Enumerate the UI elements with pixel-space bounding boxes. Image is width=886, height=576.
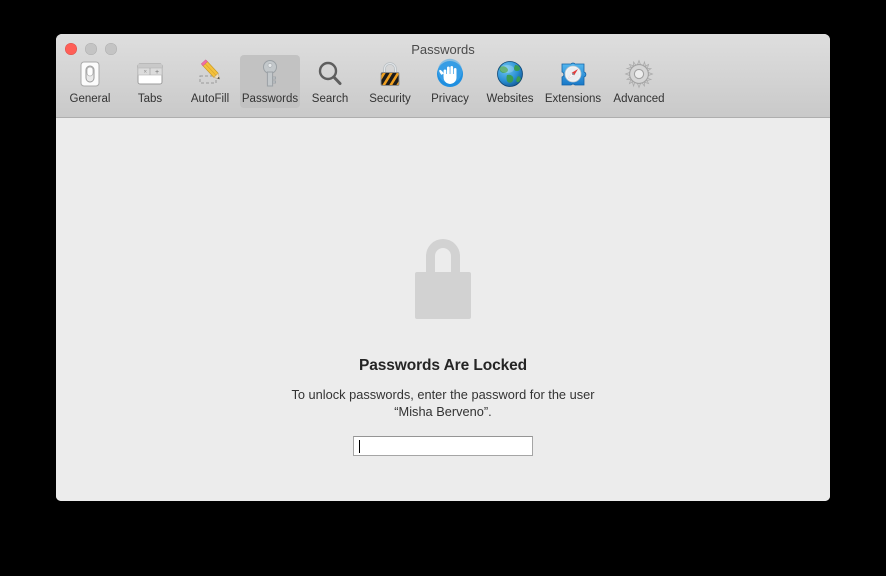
toolbar-label-search: Search xyxy=(311,93,349,105)
tabs-window-icon: × + xyxy=(134,58,166,90)
toolbar-label-websites: Websites xyxy=(486,93,534,105)
extensions-puzzle-icon xyxy=(557,58,589,90)
general-switch-icon xyxy=(74,58,106,90)
search-magnifier-icon xyxy=(314,58,346,90)
svg-text:+: + xyxy=(155,69,159,76)
toolbar-item-websites[interactable]: Websites xyxy=(480,55,540,108)
toolbar-label-passwords: Passwords xyxy=(241,93,299,105)
toolbar-item-autofill[interactable]: AutoFill xyxy=(180,55,240,108)
toolbar-item-security[interactable]: Security xyxy=(360,55,420,108)
toolbar-label-general: General xyxy=(69,93,111,105)
privacy-hand-icon xyxy=(434,58,466,90)
window-titlebar: Passwords General × + Tabs AutoFill Pass… xyxy=(56,34,830,118)
toolbar-item-privacy[interactable]: Privacy xyxy=(420,55,480,108)
toolbar-item-extensions[interactable]: Extensions xyxy=(540,55,606,108)
svg-text:×: × xyxy=(144,70,148,76)
autofill-pencil-icon xyxy=(194,58,226,90)
advanced-gear-icon xyxy=(623,58,655,90)
toolbar-label-advanced: Advanced xyxy=(613,93,665,105)
toolbar-label-security: Security xyxy=(369,93,411,105)
security-padlock-icon xyxy=(374,58,406,90)
passwords-locked-pane: Passwords Are Locked To unlock passwords… xyxy=(56,119,830,501)
password-input[interactable] xyxy=(353,436,533,456)
preferences-toolbar: General × + Tabs AutoFill Passwords Sear… xyxy=(60,55,672,108)
toolbar-item-tabs[interactable]: × + Tabs xyxy=(120,55,180,108)
passwords-key-icon xyxy=(254,58,286,90)
toolbar-label-tabs: Tabs xyxy=(137,93,163,105)
lock-closed-icon xyxy=(407,228,479,329)
toolbar-item-advanced[interactable]: Advanced xyxy=(606,55,672,108)
text-caret xyxy=(359,440,360,453)
locked-heading: Passwords Are Locked xyxy=(359,357,527,374)
websites-globe-icon xyxy=(494,58,526,90)
toolbar-item-general[interactable]: General xyxy=(60,55,120,108)
preferences-window: Passwords General × + Tabs AutoFill Pass… xyxy=(56,34,830,501)
toolbar-label-autofill: AutoFill xyxy=(190,93,230,105)
toolbar-label-privacy: Privacy xyxy=(431,93,469,105)
toolbar-item-search[interactable]: Search xyxy=(300,55,360,108)
locked-message: To unlock passwords, enter the password … xyxy=(291,387,595,419)
toolbar-label-extensions: Extensions xyxy=(544,93,602,105)
toolbar-item-passwords[interactable]: Passwords xyxy=(240,55,300,108)
